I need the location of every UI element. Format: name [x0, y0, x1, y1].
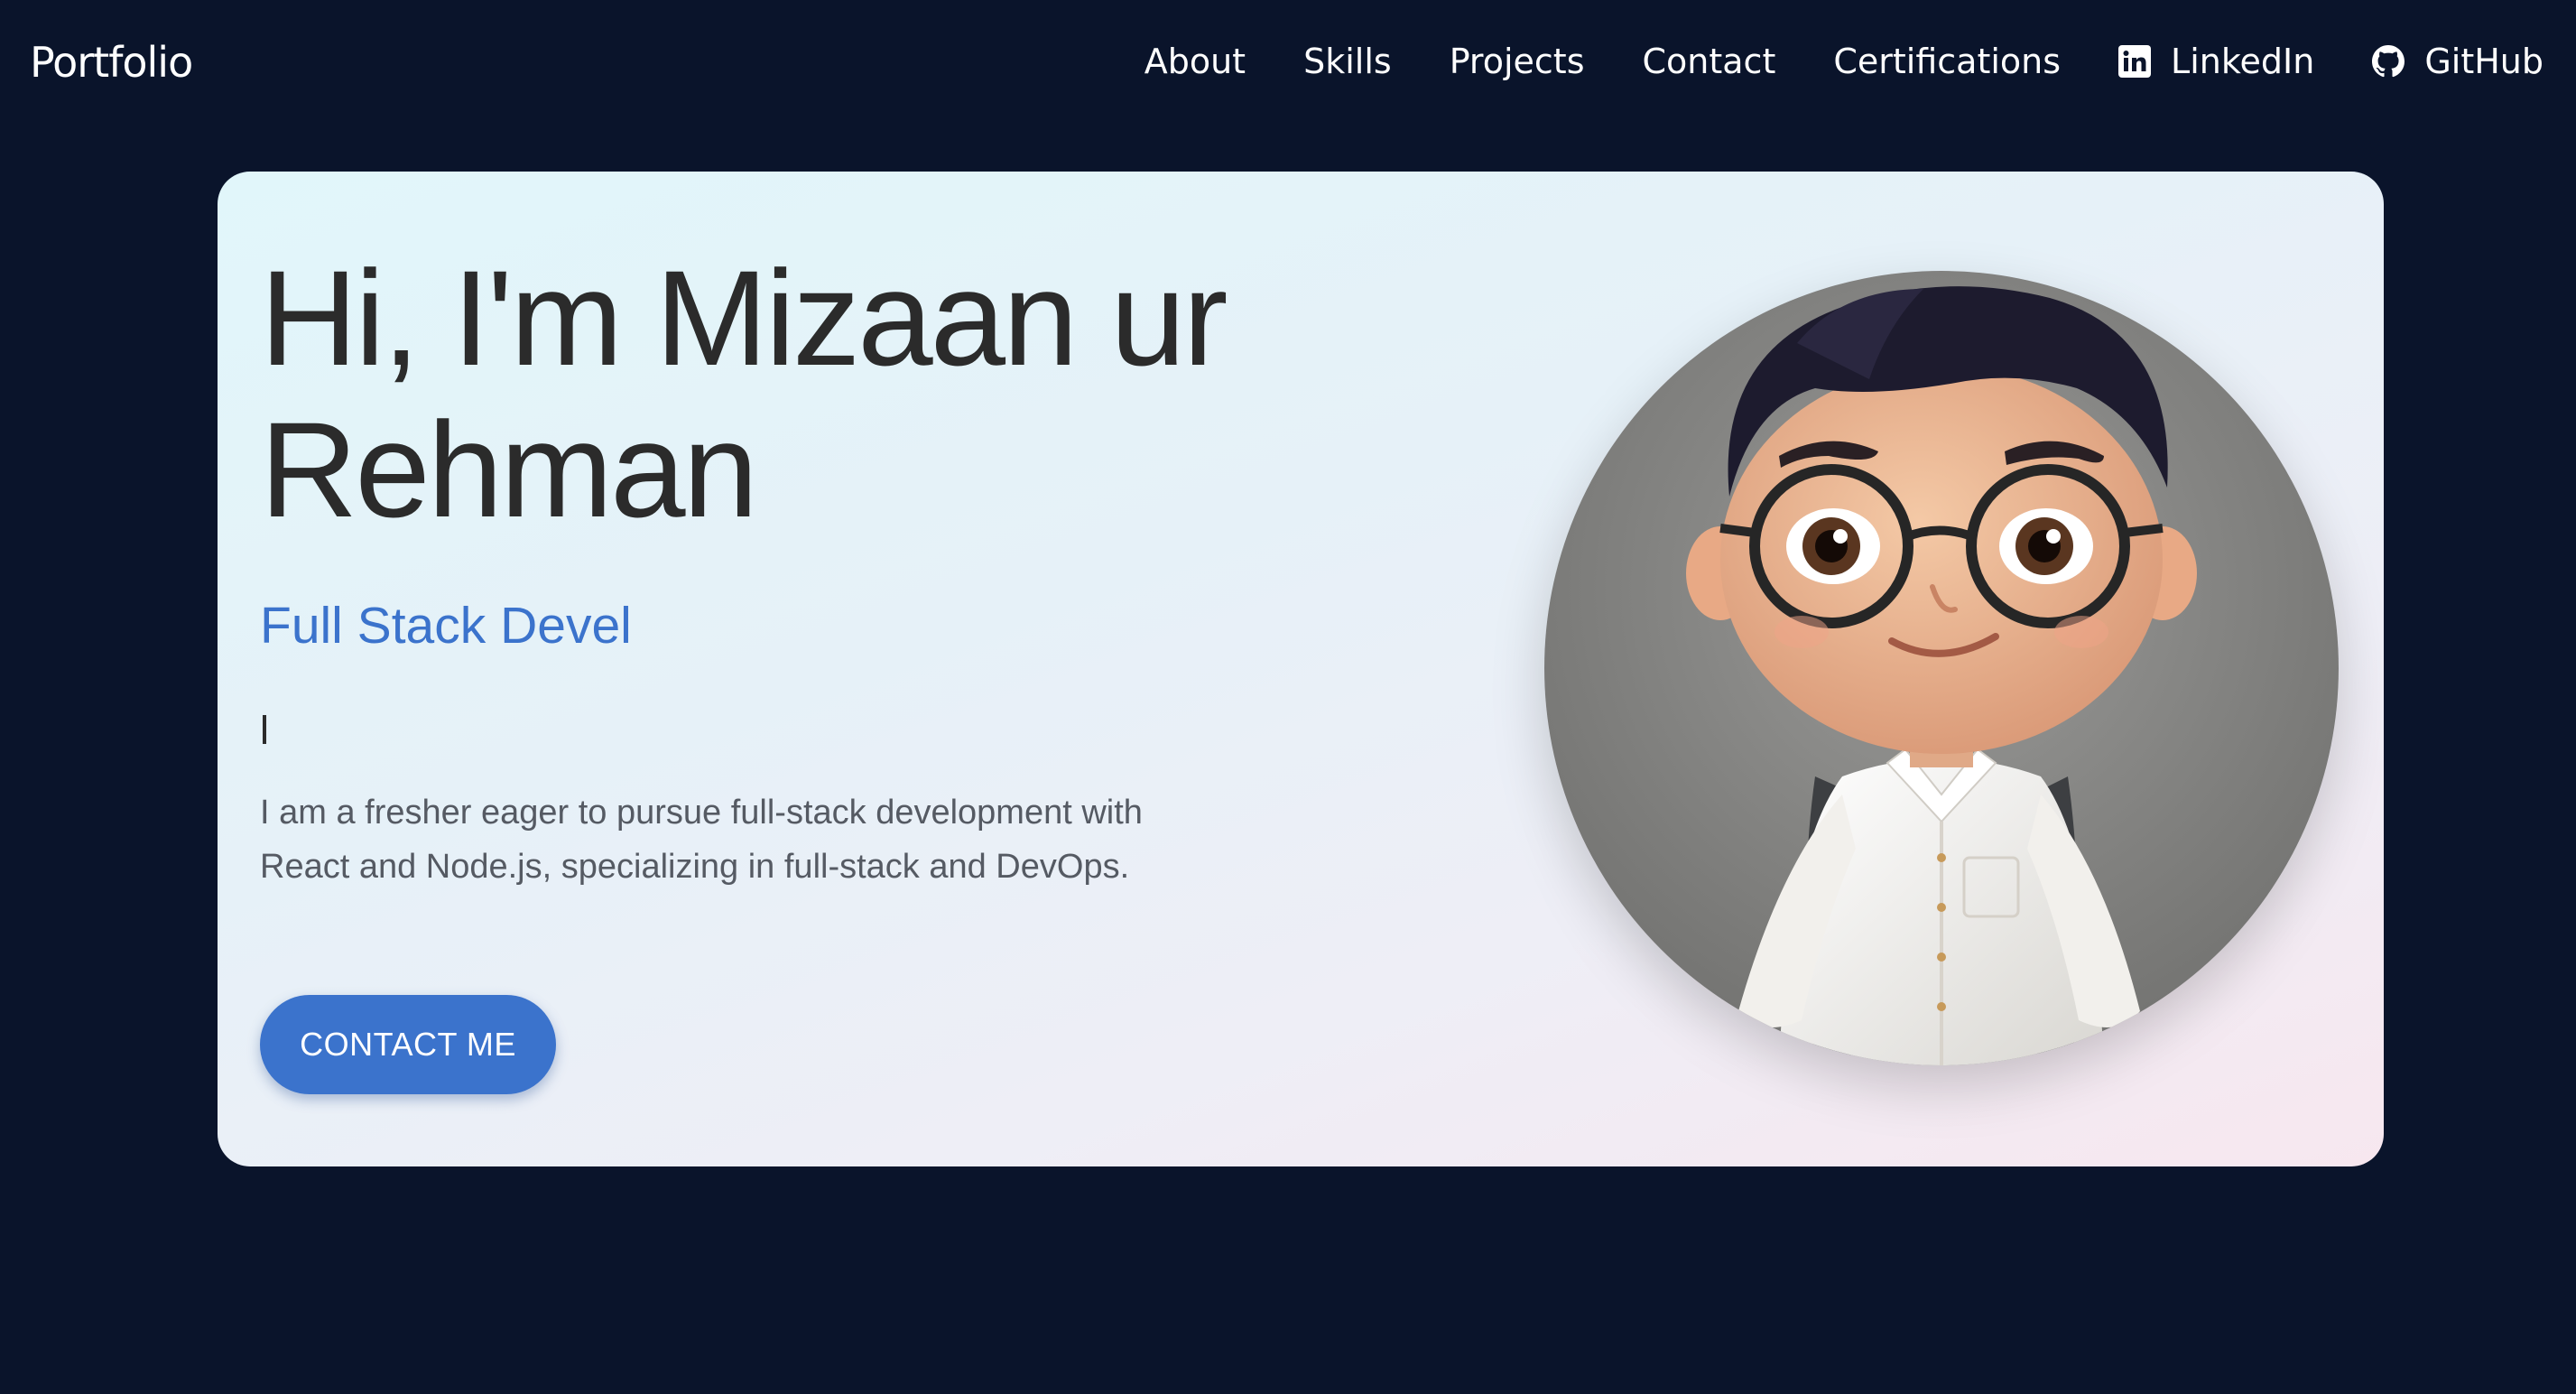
nav-link-label: Certifications [1833, 42, 2062, 81]
hero-description: I am a fresher eager to pursue full-stac… [260, 794, 1143, 886]
hero-card: Hi, I'm Mizaan ur Rehman Full Stack Deve… [218, 172, 2384, 1166]
nav-link-github[interactable]: GitHub [2372, 42, 2544, 81]
nav-link-about[interactable]: About [1144, 42, 1246, 81]
nav-link-linkedin[interactable]: LinkedIn [2118, 42, 2314, 81]
typing-cursor [263, 715, 266, 744]
linkedin-icon [2118, 45, 2152, 78]
nav-link-label: Skills [1303, 42, 1392, 81]
nav-link-label: About [1144, 42, 1246, 81]
top-navbar: Portfolio About Skills Projects Contact … [0, 0, 2576, 135]
nav-link-certifications[interactable]: Certifications [1833, 42, 2061, 81]
hero-subtitle: Full Stack Devel [260, 597, 632, 655]
hero-headline: Hi, I'm Mizaan ur Rehman [260, 242, 1228, 545]
brand-logo[interactable]: Portfolio [30, 38, 193, 87]
avatar [1544, 271, 2339, 1065]
github-icon [2372, 45, 2405, 78]
nav-link-contact[interactable]: Contact [1643, 42, 1776, 81]
nav-link-skills[interactable]: Skills [1303, 42, 1392, 81]
nav-links: About Skills Projects Contact Certificat… [1144, 42, 2544, 81]
nav-link-label: Projects [1449, 42, 1585, 81]
nav-link-label: LinkedIn [2171, 42, 2315, 81]
contact-me-button[interactable]: CONTACT ME [260, 995, 556, 1094]
avatar-illustration [1544, 271, 2339, 1065]
nav-link-label: GitHub [2424, 42, 2544, 81]
nav-link-projects[interactable]: Projects [1450, 42, 1585, 81]
nav-link-label: Contact [1642, 42, 1776, 81]
